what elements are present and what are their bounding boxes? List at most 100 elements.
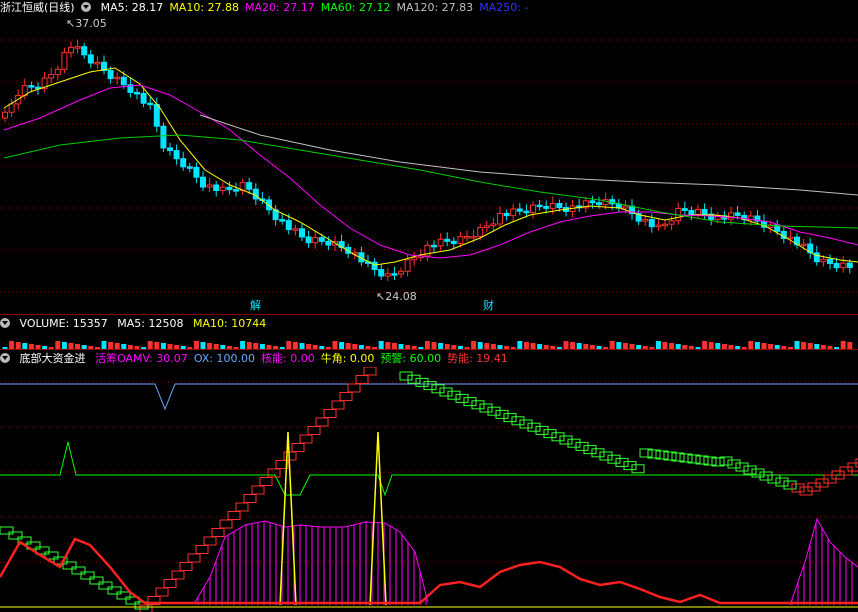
momentum-step bbox=[355, 375, 369, 384]
momentum-step bbox=[307, 426, 321, 435]
volume-chart[interactable] bbox=[0, 332, 858, 350]
candle-body bbox=[536, 204, 543, 208]
candle-body bbox=[840, 262, 847, 269]
candle-body bbox=[820, 258, 827, 263]
oamv-step bbox=[80, 571, 95, 580]
momentum-step bbox=[399, 371, 413, 381]
candle-body bbox=[444, 238, 451, 242]
oamv-step bbox=[0, 526, 14, 535]
candle-body bbox=[147, 102, 154, 106]
momentum-step bbox=[227, 511, 241, 520]
momentum-step bbox=[331, 400, 345, 410]
momentum-step bbox=[315, 417, 329, 427]
oamv-step bbox=[8, 531, 23, 540]
momentum-step bbox=[511, 416, 525, 426]
candle-body bbox=[596, 202, 602, 206]
indicator-legend-item-5: 势能: 19.41 bbox=[447, 352, 508, 365]
candle-body bbox=[516, 208, 523, 212]
volume-bar bbox=[292, 342, 298, 349]
candle-body bbox=[299, 228, 305, 238]
momentum-step bbox=[171, 570, 185, 580]
candle-body bbox=[219, 186, 226, 192]
candle-body bbox=[813, 252, 820, 263]
event-marker-1[interactable]: 解 bbox=[250, 297, 261, 313]
candle-body bbox=[378, 269, 385, 277]
momentum-step bbox=[423, 381, 437, 391]
volume-bar bbox=[840, 341, 846, 349]
volume-bar bbox=[794, 341, 800, 349]
momentum-step bbox=[759, 471, 773, 481]
volume-bar bbox=[477, 342, 483, 349]
momentum-step bbox=[323, 409, 337, 418]
volume-bar bbox=[708, 342, 714, 349]
candle-body bbox=[701, 208, 708, 215]
low-price-label: 24.08 bbox=[385, 290, 417, 303]
volume-bar bbox=[15, 342, 21, 349]
oamv-step bbox=[89, 576, 104, 585]
momentum-step bbox=[767, 474, 781, 484]
candle-body bbox=[457, 236, 464, 244]
volume-panel-header: VOLUME: 15357 MA5: 12508 MA10: 10744 bbox=[0, 316, 272, 332]
volume-bar bbox=[616, 342, 622, 349]
momentum-step bbox=[407, 374, 421, 384]
volume-value: VOLUME: 15357 bbox=[19, 317, 108, 330]
candle-body bbox=[233, 189, 239, 192]
volume-ma10: MA10: 10744 bbox=[192, 317, 267, 330]
volume-bar bbox=[378, 341, 384, 349]
indicator-chart[interactable] bbox=[0, 367, 858, 612]
momentum-step bbox=[743, 465, 757, 475]
candle-body bbox=[285, 220, 292, 230]
momentum-step bbox=[583, 445, 597, 455]
momentum-step bbox=[599, 451, 613, 461]
momentum-step bbox=[775, 477, 789, 487]
momentum-step bbox=[431, 384, 445, 394]
candle-body bbox=[186, 166, 193, 169]
candle-body bbox=[688, 209, 695, 215]
volume-bar bbox=[662, 342, 668, 349]
volume-bar bbox=[240, 341, 246, 349]
candle-body bbox=[384, 273, 391, 277]
momentum-step bbox=[543, 429, 557, 439]
volume-bar bbox=[609, 341, 615, 349]
candle-body bbox=[497, 212, 503, 225]
candle-body bbox=[74, 46, 81, 49]
momentum-step bbox=[591, 448, 605, 458]
candle-body bbox=[477, 226, 484, 237]
candle-body bbox=[464, 236, 470, 239]
price-chart[interactable] bbox=[0, 0, 858, 312]
candle-body bbox=[827, 258, 833, 264]
candle-body bbox=[787, 236, 794, 240]
volume-bar bbox=[748, 341, 754, 349]
candle-body bbox=[87, 54, 94, 64]
momentum-step bbox=[479, 403, 493, 413]
candle-body bbox=[61, 52, 68, 70]
volume-bar bbox=[517, 341, 523, 349]
candle-body bbox=[622, 205, 629, 209]
chevron-down-icon[interactable] bbox=[0, 318, 10, 328]
potential-line bbox=[0, 537, 858, 605]
candle-body bbox=[450, 240, 457, 244]
event-marker-2[interactable]: 财 bbox=[483, 297, 494, 313]
indicator-legend-item-1: OX: 100.00 bbox=[193, 352, 255, 365]
volume-bar bbox=[286, 341, 292, 349]
momentum-step bbox=[455, 393, 469, 403]
momentum-step bbox=[487, 406, 501, 416]
candle-body bbox=[173, 150, 180, 160]
volume-bar bbox=[200, 342, 206, 349]
candle-body bbox=[398, 270, 404, 275]
momentum-step bbox=[291, 443, 305, 452]
volume-bar bbox=[147, 341, 153, 349]
candle-body bbox=[391, 273, 398, 276]
volume-bar bbox=[9, 341, 15, 349]
candle-body bbox=[114, 76, 121, 80]
chevron-down-icon[interactable] bbox=[0, 353, 10, 363]
candle-body bbox=[94, 61, 101, 65]
momentum-step bbox=[471, 400, 485, 410]
indicator-panel-header: 底部大资金进 活筹OAMV: 30.07 OX: 100.00 核能: 0.00 牛角… bbox=[0, 351, 520, 367]
momentum-step bbox=[791, 483, 805, 493]
candle-body bbox=[648, 219, 655, 228]
candle-body bbox=[681, 208, 688, 211]
momentum-step bbox=[259, 477, 273, 486]
momentum-step bbox=[751, 468, 765, 478]
volume-bar bbox=[385, 342, 391, 349]
